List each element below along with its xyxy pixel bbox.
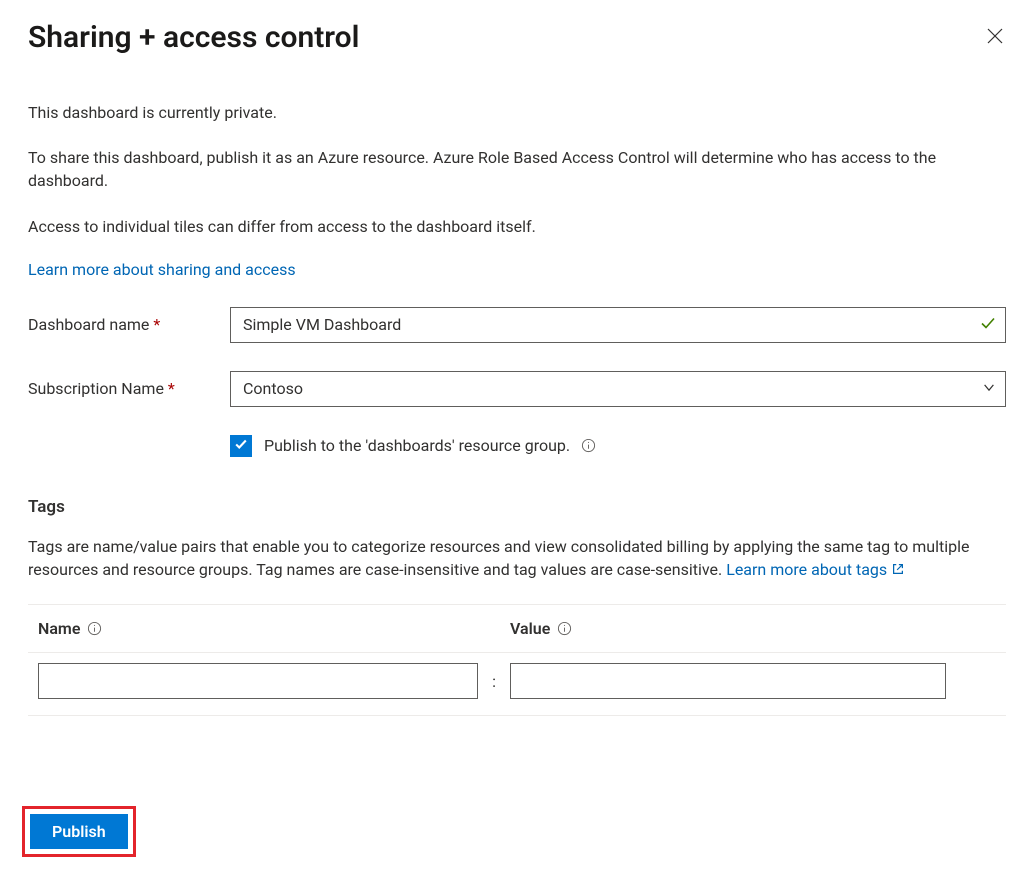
external-link-icon <box>891 559 905 582</box>
private-status-text: This dashboard is currently private. <box>28 101 1006 124</box>
dashboard-name-input[interactable] <box>230 307 1006 343</box>
tags-table: Name Value <box>28 604 1006 716</box>
tags-col-value-header: Value <box>510 619 550 638</box>
tags-col-name-header: Name <box>38 619 80 638</box>
subscription-value: Contoso <box>243 379 303 398</box>
publish-button[interactable]: Publish <box>30 814 128 849</box>
tag-name-input[interactable] <box>38 663 478 699</box>
publish-to-rg-label: Publish to the 'dashboards' resource gro… <box>264 436 570 455</box>
tags-description: Tags are name/value pairs that enable yo… <box>28 535 1006 582</box>
subscription-select[interactable]: Contoso <box>230 371 1006 407</box>
tag-value-input[interactable] <box>510 663 946 699</box>
close-button[interactable] <box>984 27 1006 49</box>
publish-to-rg-checkbox[interactable] <box>230 435 252 457</box>
close-icon <box>987 28 1003 48</box>
tag-separator: : <box>478 672 510 691</box>
share-description-text: To share this dashboard, publish it as a… <box>28 146 1006 192</box>
tiles-access-text: Access to individual tiles can differ fr… <box>28 215 1006 238</box>
learn-tags-link[interactable]: Learn more about tags <box>726 560 905 579</box>
subscription-name-label: Subscription Name* <box>28 379 230 398</box>
tag-row: : <box>28 653 1006 716</box>
info-icon[interactable] <box>556 621 572 637</box>
publish-highlight-box: Publish <box>22 806 136 857</box>
info-icon[interactable] <box>580 438 596 454</box>
info-icon[interactable] <box>86 621 102 637</box>
dashboard-name-label: Dashboard name* <box>28 315 230 334</box>
tags-heading: Tags <box>28 497 1006 517</box>
learn-sharing-link[interactable]: Learn more about sharing and access <box>28 260 296 279</box>
checkmark-icon <box>234 436 248 455</box>
page-title: Sharing + access control <box>28 20 359 55</box>
